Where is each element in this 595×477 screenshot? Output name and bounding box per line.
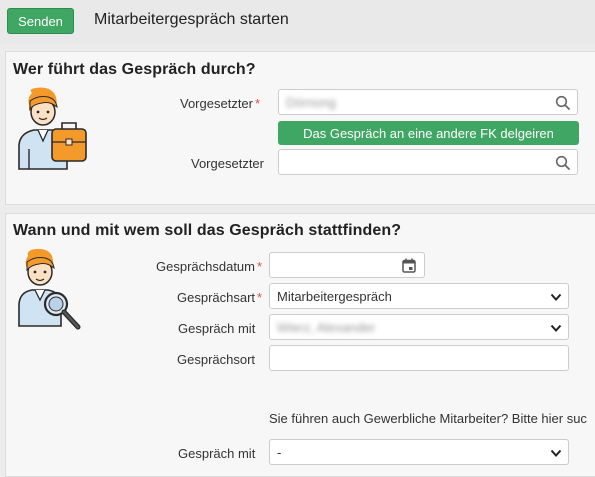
person-with-magnifier-icon <box>18 248 81 330</box>
manager-with-briefcase-icon <box>18 87 87 170</box>
type-select[interactable]: Mitarbeitergespräch <box>269 283 569 309</box>
supervisor2-label: Vorgesetzter <box>191 156 264 171</box>
search-icon[interactable] <box>555 95 571 111</box>
delegate-button[interactable]: Das Gespräch an eine andere FK delgeiren <box>278 121 579 145</box>
supervisor2-search-input[interactable] <box>278 149 578 175</box>
with-select[interactable]: Wierz, Alexander <box>269 314 569 340</box>
with2-select[interactable]: - <box>269 439 569 465</box>
place-input[interactable] <box>269 345 569 371</box>
calendar-icon[interactable] <box>402 258 416 273</box>
with-label: Gespräch mit <box>178 321 256 336</box>
supervisor-search-input[interactable]: Dörnong <box>278 89 578 115</box>
section-title: Wer führt das Gespräch durch? <box>13 61 256 78</box>
chevron-down-icon <box>550 293 562 301</box>
type-label: Gesprächsart * <box>177 290 263 305</box>
date-input[interactable] <box>269 252 425 278</box>
with2-label: Gespräch mit <box>178 446 256 461</box>
send-button[interactable]: Senden <box>7 8 74 34</box>
place-label: Gesprächsort <box>177 352 256 367</box>
date-label: Gesprächsdatum * <box>156 259 263 274</box>
top-toolbar: Senden Mitarbeitergespräch starten <box>0 0 595 44</box>
supervisor-label: Vorgesetzter * <box>180 96 261 111</box>
search-icon[interactable] <box>555 155 571 171</box>
chevron-down-icon <box>550 324 562 332</box>
section-title: Wann und mit wem soll das Gespräch statt… <box>13 222 402 239</box>
commercial-staff-hint: Sie führen auch Gewerbliche Mitarbeiter?… <box>269 411 587 426</box>
chevron-down-icon <box>550 449 562 457</box>
page-title: Mitarbeitergespräch starten <box>94 11 289 28</box>
